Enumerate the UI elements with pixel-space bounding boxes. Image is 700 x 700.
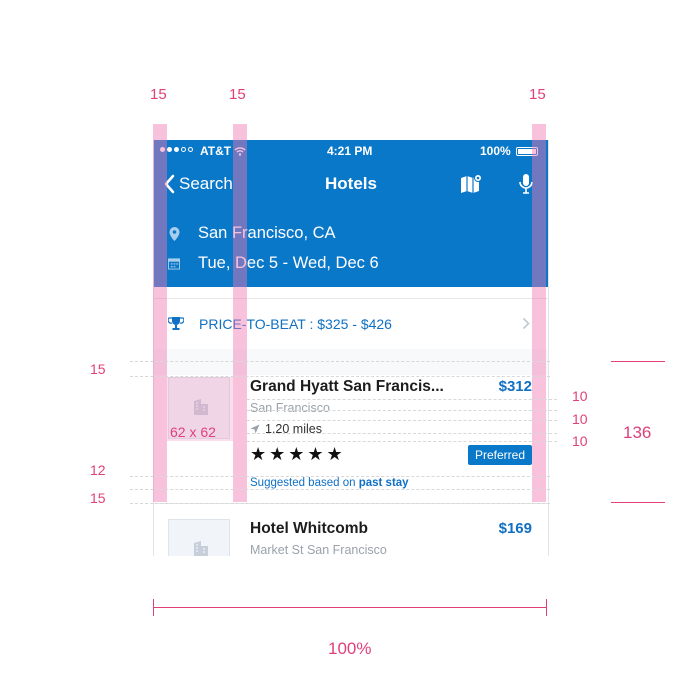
hotel-star-rating: ★★★★★ — [250, 444, 346, 464]
guide-row-line — [247, 420, 557, 421]
width-marker — [153, 607, 547, 608]
hotel-price: $169 — [498, 520, 532, 537]
hotel-name[interactable]: Hotel Whitcomb — [250, 520, 368, 538]
phone-screen: AT&T 4:21 PM 100% Search Hotels San Fran… — [153, 140, 549, 556]
width-marker-left-tick — [153, 599, 154, 616]
chevron-right-icon — [522, 317, 530, 330]
price-to-beat-row[interactable]: PRICE-TO-BEAT : $325 - $426 — [154, 298, 548, 350]
annotation-top-padding: 15 — [90, 361, 106, 377]
carrier-label: AT&T — [200, 144, 232, 158]
hotel-price: $312 — [498, 378, 532, 395]
hotel-location: Market St San Francisco — [250, 543, 387, 556]
width-marker-right-tick — [546, 599, 547, 616]
section-separator — [154, 349, 548, 375]
guide-left-margin — [153, 124, 167, 502]
annotation-content-margin: 15 — [229, 86, 246, 103]
dates-row[interactable]: Tue, Dec 5 - Wed, Dec 6 — [168, 254, 379, 273]
hotel-card[interactable]: Hotel Whitcomb $169 Market St San Franci… — [154, 504, 548, 556]
annotation-line-gap: 10 — [572, 433, 588, 449]
guide-row-line — [247, 410, 557, 411]
card-height-top-marker — [611, 361, 665, 362]
suggestion-prefix: Suggested based on — [250, 477, 359, 489]
guide-row-line — [247, 441, 557, 442]
hotel-location: San Francisco — [250, 401, 330, 415]
annotation-bottom-padding: 15 — [90, 490, 106, 506]
guide-row-line — [130, 476, 550, 477]
price-to-beat-label: PRICE-TO-BEAT : $325 - $426 — [199, 316, 392, 332]
map-icon[interactable] — [460, 174, 482, 194]
guide-row-line — [130, 361, 550, 362]
page-title: Hotels — [325, 174, 377, 193]
guide-row-line — [247, 433, 557, 434]
battery-percent: 100% — [480, 144, 511, 158]
suggestion-note: Suggested based on past stay — [250, 477, 409, 489]
hotel-name[interactable]: Grand Hyatt San Francis... — [250, 378, 444, 396]
annotation-card-height: 136 — [623, 423, 652, 442]
guide-row-line — [247, 399, 557, 400]
location-pin-icon — [168, 226, 180, 241]
annotation-line-gap: 10 — [572, 411, 588, 427]
guide-content-margin — [233, 124, 247, 502]
guide-row-line — [130, 503, 550, 504]
annotation-line-gap: 10 — [572, 388, 588, 404]
hotel-thumbnail — [168, 519, 230, 556]
calendar-icon — [168, 257, 180, 271]
suggestion-link[interactable]: past stay — [359, 477, 409, 489]
annotation-suggestion-spacing: 12 — [90, 462, 106, 478]
guide-right-margin — [532, 124, 546, 502]
location-row[interactable]: San Francisco, CA — [168, 224, 336, 243]
dates-text: Tue, Dec 5 - Wed, Dec 6 — [198, 254, 379, 272]
trophy-icon — [168, 317, 184, 330]
card-height-bottom-marker — [611, 502, 665, 503]
guide-row-line — [130, 489, 550, 490]
preferred-badge: Preferred — [467, 445, 532, 465]
status-time: 4:21 PM — [327, 144, 373, 158]
building-icon — [194, 541, 208, 556]
app-header: AT&T 4:21 PM 100% Search Hotels San Fran… — [154, 140, 548, 287]
location-text: San Francisco, CA — [198, 224, 336, 242]
annotation-left-margin: 15 — [150, 86, 167, 103]
guide-row-line — [130, 376, 550, 377]
annotation-full-width: 100% — [328, 639, 372, 658]
annotation-right-margin: 15 — [529, 86, 546, 103]
annotation-thumbnail-size: 62 x 62 — [170, 424, 216, 440]
